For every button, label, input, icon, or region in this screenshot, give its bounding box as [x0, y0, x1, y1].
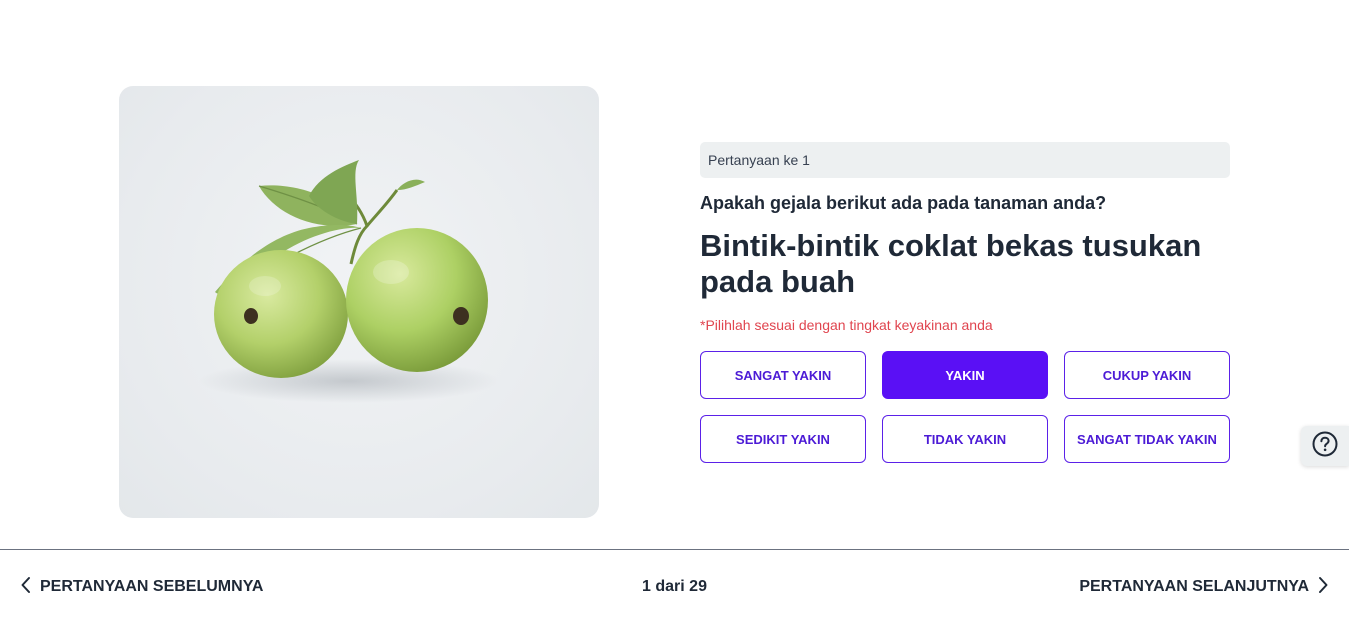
option-tidak-yakin-button[interactable]: TIDAK YAKIN — [882, 415, 1048, 463]
question-page: Pertanyaan ke 1 Apakah gejala berikut ad… — [0, 0, 1349, 621]
answer-hint: *Pilihlah sesuai dengan tingkat keyakina… — [700, 317, 993, 333]
option-sangat-tidak-yakin-button[interactable]: SANGAT TIDAK YAKIN — [1064, 415, 1230, 463]
option-sangat-yakin-button[interactable]: SANGAT YAKIN — [700, 351, 866, 399]
footer-divider — [0, 549, 1349, 550]
chevron-right-icon — [1317, 576, 1329, 599]
confidence-options: SANGAT YAKIN YAKIN CUKUP YAKIN SEDIKIT Y… — [700, 351, 1230, 463]
symptom-title: Bintik-bintik coklat bekas tusukan pada … — [700, 228, 1202, 299]
guava-image — [119, 86, 599, 518]
next-question-label: PERTANYAAN SELANJUTNYA — [1079, 578, 1309, 595]
question-circle-icon — [1312, 431, 1338, 462]
option-sedikit-yakin-button[interactable]: SEDIKIT YAKIN — [700, 415, 866, 463]
previous-question-label: PERTANYAAN SEBELUMNYA — [40, 578, 264, 595]
question-prompt: Apakah gejala berikut ada pada tanaman a… — [700, 193, 1107, 213]
guava-illustration — [199, 160, 499, 403]
chevron-left-icon — [20, 576, 32, 599]
question-number: Pertanyaan ke 1 — [700, 142, 1230, 178]
next-question-button[interactable]: PERTANYAAN SELANJUTNYA — [1079, 576, 1329, 598]
option-yakin-button[interactable]: YAKIN — [882, 351, 1048, 399]
previous-question-button[interactable]: PERTANYAAN SEBELUMNYA — [20, 576, 263, 598]
option-cukup-yakin-button[interactable]: CUKUP YAKIN — [1064, 351, 1230, 399]
help-button[interactable] — [1301, 426, 1349, 466]
question-panel: Pertanyaan ke 1 Apakah gejala berikut ad… — [700, 142, 1230, 463]
